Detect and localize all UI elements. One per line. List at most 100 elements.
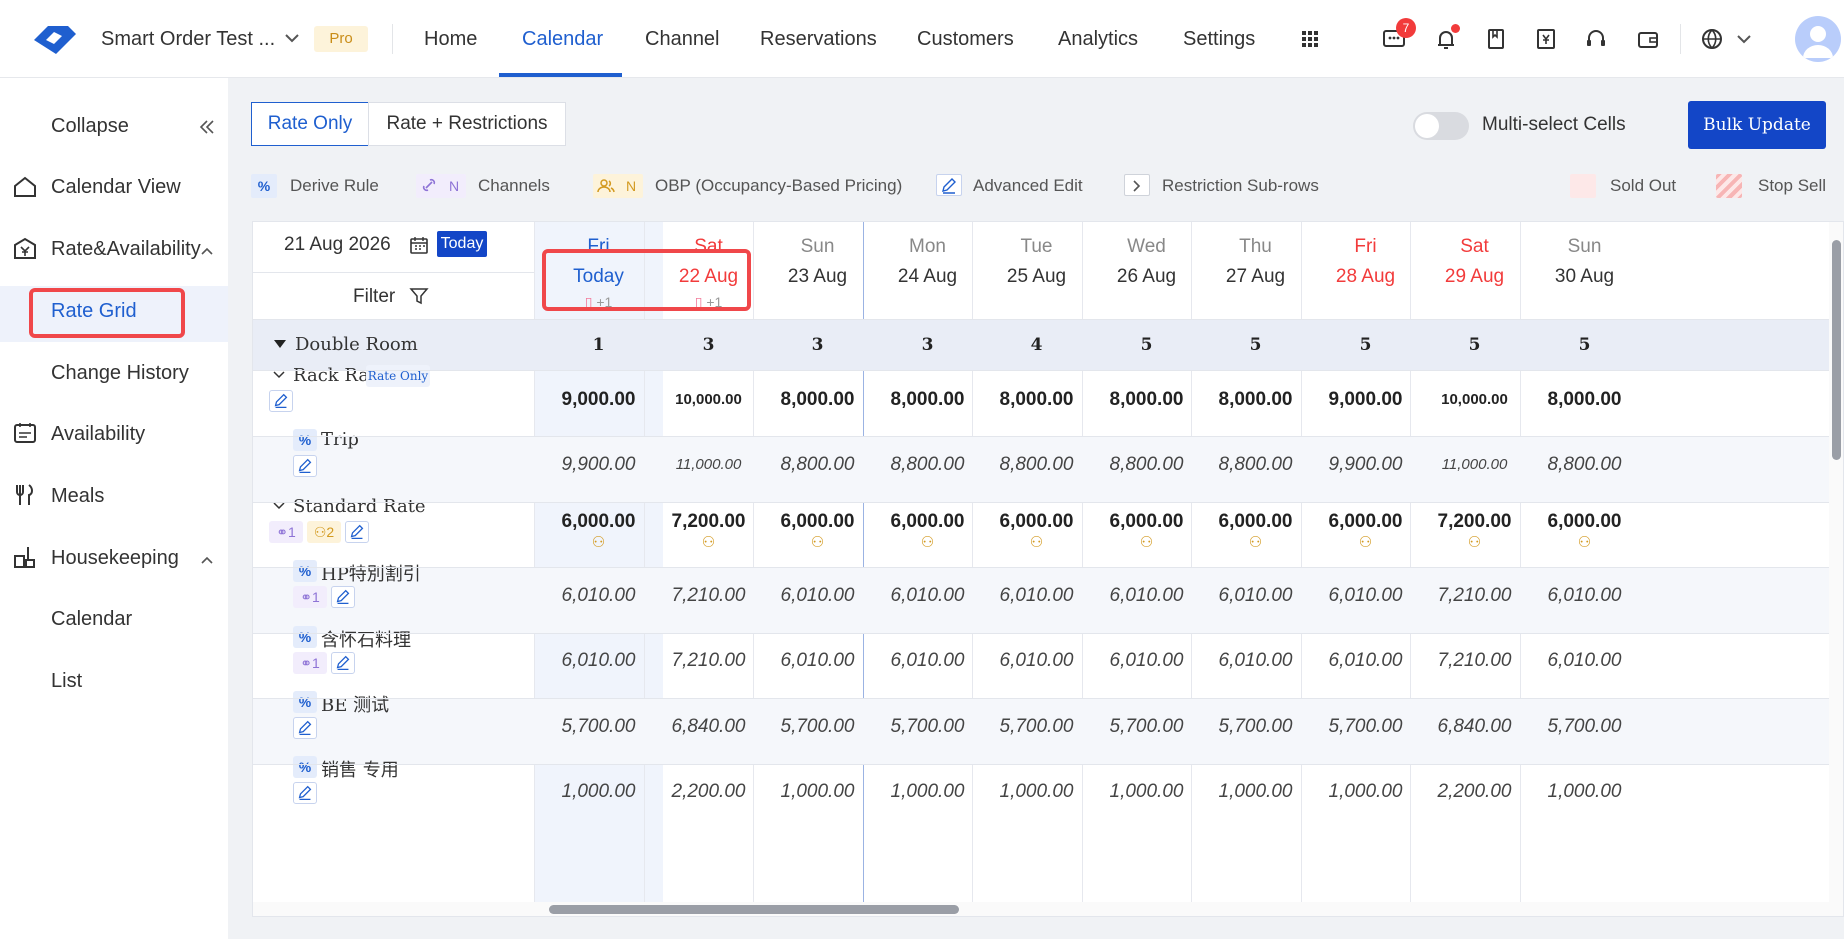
derive-rule-icon: % — [293, 626, 317, 648]
be-test-label[interactable]: BE 测试 — [321, 691, 389, 717]
edit-icon[interactable] — [293, 782, 317, 804]
headset-support-icon[interactable] — [1582, 25, 1610, 53]
channels-count-tag: ⚭1 — [269, 521, 303, 543]
row-divider — [253, 764, 1843, 765]
calendar-icon[interactable] — [408, 234, 430, 256]
multi-select-toggle[interactable] — [1413, 112, 1469, 140]
day-of-week: Sun — [1567, 236, 1602, 257]
link-icon: ⚭ — [300, 655, 312, 671]
property-name[interactable]: Smart Order Test ... — [101, 28, 275, 51]
sidebar-item-calendar-view[interactable]: Calendar View — [51, 176, 181, 199]
rate-cell-standard[interactable]: 6,000.00 — [1520, 511, 1649, 533]
nav-reservations[interactable]: Reservations — [760, 0, 877, 78]
chevron-right-legend-icon — [1124, 174, 1150, 196]
language-chevron-down-icon[interactable] — [1730, 25, 1758, 53]
today-highlight-box — [542, 249, 751, 311]
horizontal-scroll-thumb[interactable] — [549, 905, 959, 914]
edit-icon[interactable] — [293, 455, 317, 477]
double-chevron-left-icon[interactable] — [198, 118, 216, 136]
sold-out-swatch — [1570, 174, 1596, 198]
obp-legend-icon: N — [593, 174, 643, 198]
legend-advanced-edit: Advanced Edit — [973, 176, 1083, 195]
room-type-name[interactable]: Double Room — [295, 334, 418, 355]
fork-knife-icon — [12, 482, 38, 508]
rate-cell-rack[interactable]: 8,000.00 — [1520, 389, 1649, 411]
edit-icon[interactable] — [345, 521, 369, 543]
row-divider — [253, 633, 1843, 634]
sidebar: Collapse Calendar View Rate&Availability… — [0, 78, 228, 939]
nav-analytics[interactable]: Analytics — [1058, 0, 1138, 78]
day-date[interactable]: 30 Aug — [1520, 266, 1649, 288]
wallet-icon[interactable] — [1634, 25, 1662, 53]
sidebar-item-hk-calendar[interactable]: Calendar — [51, 608, 132, 631]
sidebar-item-housekeeping[interactable]: Housekeeping — [51, 547, 179, 570]
rate-only-tab[interactable]: Rate Only — [251, 102, 369, 146]
caret-down-icon[interactable] — [273, 337, 287, 351]
sidebar-item-change-history[interactable]: Change History — [51, 362, 189, 385]
rate-cell-sales[interactable]: 1,000.00 — [1520, 781, 1649, 803]
chevron-down-icon[interactable] — [282, 28, 302, 48]
brand-logo[interactable] — [30, 16, 80, 60]
rate-cell-trip[interactable]: 8,800.00 — [1520, 454, 1649, 476]
row-divider — [253, 502, 1843, 503]
rate-grid: 21 Aug 2026 Today Filter Fri Today ▯ +1 Sat… — [252, 221, 1844, 917]
sidebar-item-availability[interactable]: Availability — [51, 423, 145, 446]
legend-restriction-subrows: Restriction Sub-rows — [1162, 176, 1319, 195]
apps-grid-icon[interactable] — [1296, 25, 1324, 53]
sidebar-item-meals[interactable]: Meals — [51, 485, 104, 508]
chevron-up-icon[interactable] — [198, 551, 216, 569]
invoice-yen-icon[interactable] — [1532, 25, 1560, 53]
bookmark-book-icon[interactable] — [1482, 25, 1510, 53]
edit-icon[interactable] — [331, 652, 355, 674]
rate-cell-kaiseki[interactable]: 6,010.00 — [1520, 650, 1649, 672]
obp-people-icon[interactable]: ⚇ — [1520, 533, 1649, 551]
derive-rule-legend-icon: % — [251, 174, 277, 198]
main-content: Rate Only Rate + Restrictions Multi-sele… — [228, 78, 1844, 939]
kaiseki-label[interactable]: 含怀石料理 — [321, 626, 411, 652]
filter-icon[interactable] — [409, 286, 429, 306]
edit-legend-icon — [936, 174, 962, 196]
legend-stop-sell: Stop Sell — [1758, 176, 1827, 195]
row-divider — [253, 436, 1843, 437]
room-count-cell[interactable]: 5 — [1520, 335, 1649, 355]
sidebar-collapse[interactable]: Collapse — [51, 115, 129, 138]
filter-label[interactable]: Filter — [353, 286, 395, 308]
rate-restrictions-tab[interactable]: Rate + Restrictions — [368, 102, 566, 146]
nav-calendar[interactable]: Calendar — [522, 0, 603, 78]
link-icon: ⚭ — [276, 524, 288, 540]
sidebar-item-rate-availability[interactable]: Rate&Availability — [51, 238, 201, 261]
channels-count-tag: ⚭1 — [293, 652, 327, 674]
standard-rate-label[interactable]: Standard Rate — [293, 496, 426, 517]
rate-cell-hp[interactable]: 6,010.00 — [1520, 585, 1649, 607]
edit-icon[interactable] — [293, 717, 317, 739]
nav-customers[interactable]: Customers — [917, 0, 1014, 78]
sidebar-item-hk-list[interactable]: List — [51, 670, 82, 693]
chevron-down-icon[interactable] — [271, 498, 287, 514]
globe-language-icon[interactable] — [1698, 25, 1726, 53]
edit-icon[interactable] — [269, 390, 293, 412]
sales-label[interactable]: 销售 专用 — [321, 756, 399, 782]
derive-rule-icon: % — [293, 429, 317, 451]
nav-channel[interactable]: Channel — [645, 0, 720, 78]
nav-home[interactable]: Home — [424, 0, 477, 78]
svg-text:N: N — [449, 178, 459, 194]
legend-sold-out: Sold Out — [1610, 176, 1677, 195]
bulk-update-button[interactable]: Bulk Update — [1688, 101, 1826, 149]
chevron-up-icon[interactable] — [198, 242, 216, 260]
control-divider — [253, 272, 534, 273]
active-nav-underline — [499, 73, 622, 77]
user-avatar[interactable] — [1795, 16, 1841, 62]
today-button[interactable]: Today — [437, 231, 487, 257]
trip-label[interactable]: Trip — [321, 429, 359, 450]
legend-obp: OBP (Occupancy-Based Pricing) — [655, 176, 903, 195]
derive-rule-icon: % — [293, 560, 317, 582]
rate-cell-be[interactable]: 5,700.00 — [1520, 716, 1649, 738]
date-picker-value[interactable]: 21 Aug 2026 — [284, 234, 391, 256]
legend-derive-rule: Derive Rule — [290, 176, 379, 195]
hp-discount-label[interactable]: HP特別割引 — [321, 560, 421, 586]
edit-icon[interactable] — [331, 586, 355, 608]
bell-alert-dot — [1451, 24, 1460, 33]
rate-only-tag: Rate Only — [366, 365, 430, 387]
nav-settings[interactable]: Settings — [1183, 0, 1255, 78]
vertical-scroll-thumb[interactable] — [1832, 240, 1841, 460]
